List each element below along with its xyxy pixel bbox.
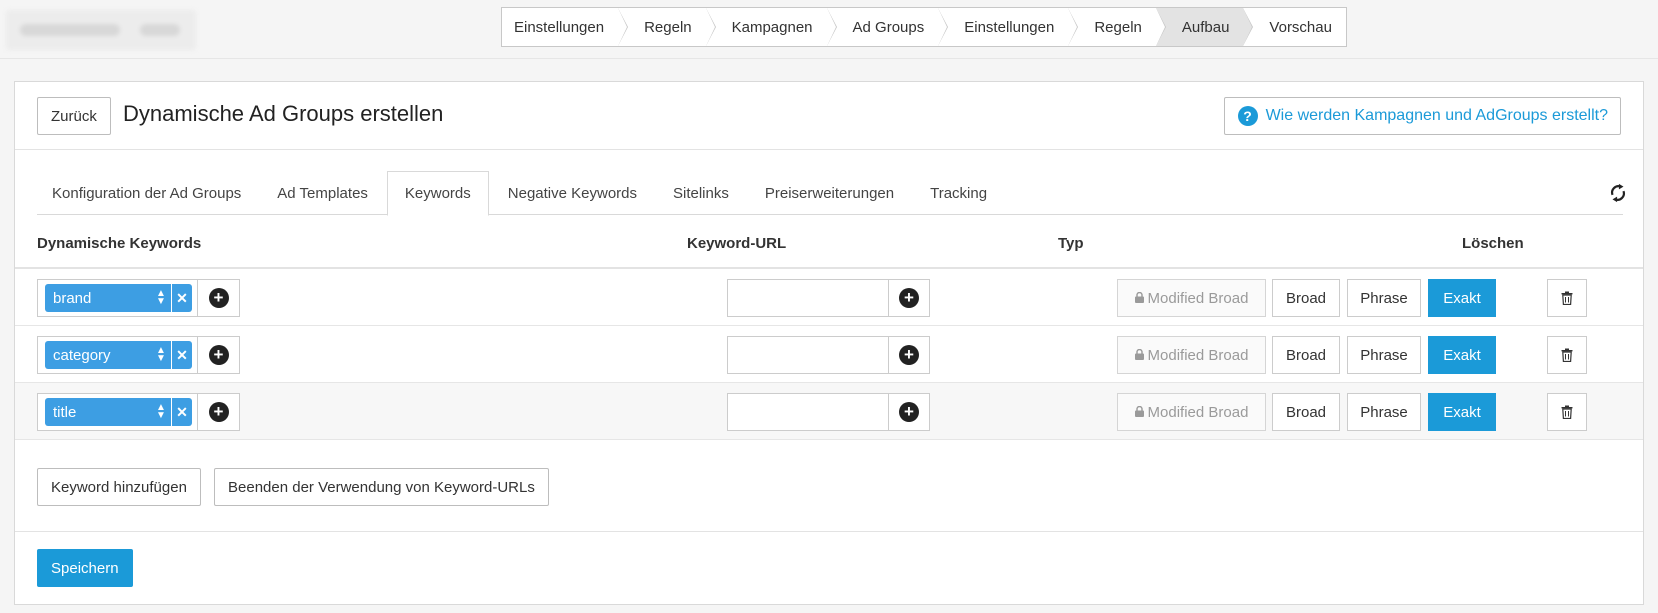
top-bar: Einstellungen Regeln Kampagnen Ad Groups… bbox=[0, 0, 1658, 59]
remove-icon[interactable]: ✕ bbox=[171, 341, 192, 369]
add-keyword-part-button[interactable]: + bbox=[197, 280, 239, 316]
keyword-chip-label: brand bbox=[53, 289, 92, 307]
plus-circle-icon: + bbox=[208, 402, 229, 422]
remove-icon[interactable]: ✕ bbox=[171, 398, 192, 426]
type-broad-button[interactable]: Broad bbox=[1272, 336, 1340, 374]
column-header-url: Keyword-URL bbox=[687, 235, 787, 252]
blurred-logo bbox=[6, 10, 196, 50]
tab-bar: Konfiguration der Ad Groups Ad Templates… bbox=[37, 171, 1623, 216]
type-phrase-button[interactable]: Phrase bbox=[1347, 393, 1421, 431]
wizard-step-regeln-2[interactable]: Regeln bbox=[1068, 8, 1166, 46]
tab-tracking[interactable]: Tracking bbox=[913, 171, 1004, 215]
type-broad-button[interactable]: Broad bbox=[1272, 279, 1340, 317]
lock-icon bbox=[1134, 348, 1144, 360]
plus-circle-icon: + bbox=[899, 345, 919, 365]
keyword-url-input[interactable] bbox=[727, 393, 889, 431]
sort-icon[interactable]: ▲ ▼ bbox=[153, 289, 169, 307]
wizard-step-ad-groups[interactable]: Ad Groups bbox=[826, 8, 948, 46]
wizard-step-regeln-1[interactable]: Regeln bbox=[618, 8, 716, 46]
page-title: Dynamische Ad Groups erstellen bbox=[123, 101, 444, 126]
lock-icon bbox=[1134, 405, 1144, 417]
wizard-step-kampagnen[interactable]: Kampagnen bbox=[705, 8, 837, 46]
stop-keyword-urls-button[interactable]: Beenden der Verwendung von Keyword-URLs bbox=[214, 468, 549, 506]
tab-keywords[interactable]: Keywords bbox=[386, 171, 489, 216]
keyword-chip-label: category bbox=[53, 346, 111, 364]
delete-button[interactable] bbox=[1547, 393, 1587, 431]
tab-sitelinks[interactable]: Sitelinks bbox=[656, 171, 746, 215]
table-row: category ▲ ▼ ✕ + + Modified Broad Broad P… bbox=[15, 326, 1643, 383]
type-broad-button[interactable]: Broad bbox=[1272, 393, 1340, 431]
type-exact-button[interactable]: Exakt bbox=[1428, 336, 1496, 374]
help-button-label: Wie werden Kampagnen und AdGroups erstel… bbox=[1265, 107, 1608, 124]
wizard-step-aufbau[interactable]: Aufbau bbox=[1155, 8, 1253, 46]
type-modified-broad-locked: Modified Broad bbox=[1117, 279, 1266, 317]
add-url-part-button[interactable]: + bbox=[888, 336, 930, 374]
plus-circle-icon: + bbox=[208, 288, 229, 308]
type-modified-broad-label: Modified Broad bbox=[1147, 289, 1249, 307]
tab-konfiguration[interactable]: Konfiguration der Ad Groups bbox=[37, 171, 258, 215]
table-row: brand ▲ ▼ ✕ + + Modified Broad Broad Phra… bbox=[15, 269, 1643, 326]
wizard-step-vorschau[interactable]: Vorschau bbox=[1243, 8, 1346, 46]
question-circle-icon: ? bbox=[1237, 106, 1258, 126]
tab-ad-templates[interactable]: Ad Templates bbox=[260, 171, 385, 215]
keyword-field: title ▲ ▼ ✕ + bbox=[37, 393, 240, 431]
keyword-chip-label: title bbox=[53, 403, 77, 421]
type-phrase-button[interactable]: Phrase bbox=[1347, 279, 1421, 317]
keyword-url-input[interactable] bbox=[727, 336, 889, 374]
column-header-type: Typ bbox=[1058, 235, 1084, 252]
type-modified-broad-locked: Modified Broad bbox=[1117, 393, 1266, 431]
plus-circle-icon: + bbox=[899, 402, 919, 422]
sort-icon[interactable]: ▲ ▼ bbox=[153, 403, 169, 421]
type-exact-button[interactable]: Exakt bbox=[1428, 393, 1496, 431]
type-modified-broad-locked: Modified Broad bbox=[1117, 336, 1266, 374]
type-modified-broad-label: Modified Broad bbox=[1147, 403, 1249, 421]
add-keyword-part-button[interactable]: + bbox=[197, 337, 239, 373]
tab-preiserweiterungen[interactable]: Preiserweiterungen bbox=[748, 171, 911, 215]
trash-icon bbox=[1561, 291, 1573, 305]
wizard-breadcrumb: Einstellungen Regeln Kampagnen Ad Groups… bbox=[501, 7, 1347, 47]
plus-circle-icon: + bbox=[899, 288, 919, 308]
delete-button[interactable] bbox=[1547, 336, 1587, 374]
add-url-part-button[interactable]: + bbox=[888, 393, 930, 431]
add-keyword-button[interactable]: Keyword hinzufügen bbox=[37, 468, 201, 506]
add-url-part-button[interactable]: + bbox=[888, 279, 930, 317]
save-button[interactable]: Speichern bbox=[37, 549, 133, 587]
wizard-step-einstellungen-2[interactable]: Einstellungen bbox=[938, 8, 1079, 46]
refresh-icon[interactable] bbox=[1607, 182, 1629, 204]
keyword-chip[interactable]: brand ▲ ▼ ✕ bbox=[45, 284, 192, 312]
keyword-url-input[interactable] bbox=[727, 279, 889, 317]
keyword-field: brand ▲ ▼ ✕ + bbox=[37, 279, 240, 317]
plus-circle-icon: + bbox=[208, 345, 229, 365]
trash-icon bbox=[1561, 405, 1573, 419]
keyword-field: category ▲ ▼ ✕ + bbox=[37, 336, 240, 374]
type-phrase-button[interactable]: Phrase bbox=[1347, 336, 1421, 374]
back-button[interactable]: Zurück bbox=[37, 97, 111, 135]
column-header-keywords: Dynamische Keywords bbox=[37, 235, 202, 252]
add-keyword-part-button[interactable]: + bbox=[197, 394, 239, 430]
keyword-chip[interactable]: category ▲ ▼ ✕ bbox=[45, 341, 192, 369]
main-panel: Zurück Dynamische Ad Groups erstellen ? … bbox=[14, 81, 1644, 605]
remove-icon[interactable]: ✕ bbox=[171, 284, 192, 312]
type-modified-broad-label: Modified Broad bbox=[1147, 346, 1249, 364]
lock-icon bbox=[1134, 291, 1144, 303]
type-exact-button[interactable]: Exakt bbox=[1428, 279, 1496, 317]
wizard-step-einstellungen-1[interactable]: Einstellungen bbox=[502, 8, 629, 46]
delete-button[interactable] bbox=[1547, 279, 1587, 317]
sort-icon[interactable]: ▲ ▼ bbox=[153, 346, 169, 364]
column-header-delete: Löschen bbox=[1462, 235, 1524, 252]
table-row: title ▲ ▼ ✕ + + Modified Broad Broad Phra… bbox=[15, 383, 1643, 440]
keyword-chip[interactable]: title ▲ ▼ ✕ bbox=[45, 398, 192, 426]
tab-negative-keywords[interactable]: Negative Keywords bbox=[491, 171, 654, 215]
footer-divider bbox=[15, 531, 1643, 532]
help-button[interactable]: ? Wie werden Kampagnen und AdGroups erst… bbox=[1223, 97, 1621, 135]
trash-icon bbox=[1561, 348, 1573, 362]
panel-header: Zurück Dynamische Ad Groups erstellen ? … bbox=[15, 82, 1643, 150]
